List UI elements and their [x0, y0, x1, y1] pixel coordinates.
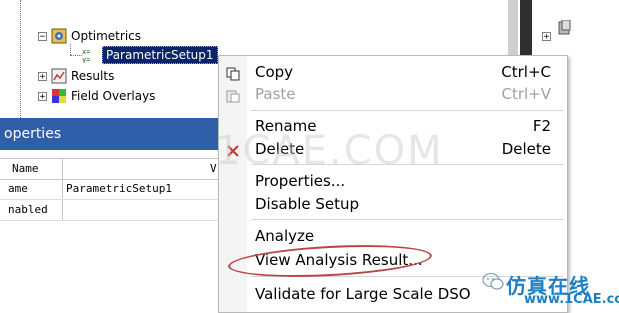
- tree-guide-line: [20, 0, 21, 118]
- collapse-icon[interactable]: −: [38, 31, 47, 41]
- menu-item-label: Paste: [255, 85, 296, 103]
- menu-item-shortcut: Ctrl+V: [501, 85, 551, 103]
- menu-item-delete[interactable]: Delete Delete: [219, 138, 567, 160]
- column-divider: [62, 179, 63, 199]
- properties-header-row: Name V: [0, 158, 220, 180]
- property-key: nabled: [8, 203, 48, 216]
- properties-table: Name V ame ParametricSetup1 nabled: [0, 152, 220, 222]
- menu-item-analyze[interactable]: Analyze: [219, 225, 567, 247]
- menu-separator: [251, 110, 563, 111]
- menu-item-disable-setup[interactable]: Disable Setup: [219, 193, 567, 215]
- column-header-value[interactable]: V: [210, 162, 217, 175]
- parametric-setup-icon: x= y=: [82, 47, 98, 64]
- column-divider[interactable]: [62, 159, 63, 179]
- tree-item-results[interactable]: + Results: [38, 66, 114, 86]
- tree-node-icon: [558, 19, 572, 40]
- paste-icon: [226, 87, 240, 103]
- menu-item-shortcut: Ctrl+C: [501, 63, 551, 81]
- column-header-name[interactable]: Name: [12, 162, 39, 175]
- properties-title: operties: [4, 126, 62, 142]
- brand-url: www.1CAE.com: [524, 292, 619, 307]
- tree-guide-line: [70, 55, 82, 56]
- expand-icon[interactable]: +: [542, 24, 555, 43]
- window-divider: [520, 0, 532, 60]
- menu-item-copy[interactable]: Copy Ctrl+C: [219, 61, 567, 83]
- menu-item-properties[interactable]: Properties...: [219, 170, 567, 192]
- wechat-icon: [482, 272, 504, 292]
- menu-item-rename[interactable]: Rename F2: [219, 115, 567, 137]
- tree-item-label: Field Overlays: [71, 89, 156, 103]
- menu-item-label: Analyze: [255, 227, 315, 245]
- tree-item-label: Results: [71, 69, 115, 83]
- column-divider: [62, 200, 63, 220]
- properties-title-bar: operties: [0, 118, 220, 150]
- menu-separator: [251, 219, 563, 220]
- svg-text:y=: y=: [82, 56, 90, 63]
- svg-text:x=: x=: [82, 48, 90, 56]
- property-value[interactable]: ParametricSetup1: [66, 182, 172, 195]
- menu-item-label: Delete: [255, 140, 305, 158]
- project-tree: − Optimetrics x= y= ParametricSetup1 + Re…: [0, 0, 220, 118]
- menu-separator: [251, 164, 563, 165]
- menu-item-shortcut: Delete: [501, 140, 551, 158]
- menu-item-label: Copy: [255, 63, 294, 81]
- tree-item-label: ParametricSetup1: [102, 46, 218, 64]
- scrollbar-track[interactable]: [508, 0, 518, 60]
- menu-item-label: Properties...: [255, 172, 346, 190]
- optimetrics-icon: [51, 28, 67, 44]
- properties-row[interactable]: nabled: [0, 200, 220, 221]
- menu-item-shortcut: F2: [532, 117, 551, 135]
- field-overlays-icon: [51, 88, 67, 104]
- properties-row[interactable]: ame ParametricSetup1: [0, 179, 220, 200]
- tree-item-parametric-setup[interactable]: x= y= ParametricSetup1: [82, 45, 218, 65]
- copy-icon: [226, 65, 240, 81]
- results-icon: [51, 68, 67, 84]
- menu-item-label: Validate for Large Scale DSO: [255, 285, 471, 303]
- background-window-fragment: +: [508, 0, 619, 60]
- tree-item-field-overlays[interactable]: + Field Overlays: [38, 86, 155, 106]
- delete-x-icon: [226, 142, 240, 157]
- menu-item-label: Disable Setup: [255, 195, 360, 213]
- tree-item-label: Optimetrics: [71, 29, 141, 43]
- menu-item-paste[interactable]: Paste Ctrl+V: [219, 83, 567, 105]
- expand-icon[interactable]: +: [38, 91, 47, 101]
- tree-item-optimetrics[interactable]: − Optimetrics: [38, 26, 141, 46]
- menu-item-label: Rename: [255, 117, 317, 135]
- expand-icon[interactable]: +: [38, 71, 47, 81]
- property-key: ame: [8, 182, 28, 195]
